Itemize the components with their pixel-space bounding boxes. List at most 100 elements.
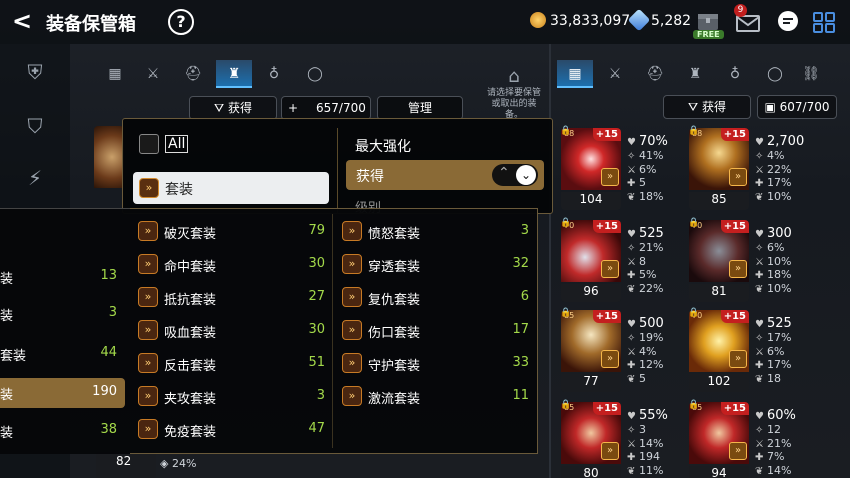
set-option[interactable]: » 守护套装 33 (342, 352, 537, 376)
manage-button[interactable]: 管理 (377, 96, 463, 120)
sub-stat-icon: ⚔ (627, 256, 636, 268)
lock-icon[interactable]: 🔒 (688, 218, 699, 228)
set-option-count: 27 (308, 289, 325, 304)
category-item-selected[interactable]: 装 190 (0, 378, 125, 408)
sub-stat-value: 5% (639, 268, 657, 281)
main-stat-value: 55% (639, 408, 668, 423)
sort-option-selected[interactable]: 获得 ⌃ ⌄ (346, 160, 544, 190)
sort-direction-toggle[interactable]: ⌃ ⌄ (492, 164, 538, 186)
sub-stat: ❦ 10% (755, 190, 804, 205)
enhance-badge: +15 (592, 128, 621, 141)
inv-tab-helmet[interactable]: ⛑ (637, 60, 673, 88)
sub-stat-value: 41% (639, 149, 664, 162)
lock-icon[interactable]: 🔒 (688, 308, 699, 318)
set-option[interactable]: » 吸血套装 30 (138, 319, 333, 343)
inventory-item-card[interactable]: 85 +15» 94 (689, 402, 749, 478)
lock-icon[interactable]: 🔒 (560, 218, 571, 228)
set-filter-button[interactable]: » 套装 (133, 172, 329, 204)
tab-helmet[interactable]: ⛑ (175, 60, 211, 88)
inventory-item-card[interactable]: 88 +15» 85 (689, 128, 749, 210)
storage-sort-button[interactable]: ⛛ 获得 (189, 96, 277, 120)
category-count: 44 (100, 345, 117, 360)
main-stat-icon: ♥ (755, 319, 764, 330)
set-option-label: 守护套装 (368, 359, 421, 374)
set-option[interactable]: » 反击套装 51 (138, 352, 333, 376)
set-option[interactable]: » 激流套装 11 (342, 385, 537, 409)
inventory-item-card[interactable]: 70 +15» 81 (689, 220, 749, 302)
grid-menu-button[interactable] (812, 8, 836, 36)
storage-sort-label: 获得 (227, 101, 252, 115)
expand-plus-button[interactable]: + (288, 97, 298, 119)
inventory-item-card[interactable]: 88 +15» 104 (561, 128, 621, 210)
tab-ring[interactable]: ◯ (297, 60, 333, 88)
main-stat-icon: ♥ (627, 229, 636, 240)
category-item[interactable]: 套装 44 (0, 339, 125, 369)
set-icon: » (138, 386, 158, 406)
help-button[interactable]: ? (168, 9, 194, 35)
lock-icon[interactable]: 🔒 (560, 308, 571, 318)
category-item[interactable]: 装 38 (0, 416, 125, 446)
set-option-count: 79 (308, 223, 325, 238)
tab-weapon[interactable]: ⚔ (135, 60, 171, 88)
inventory-sort-button[interactable]: ⛛ 获得 (663, 95, 751, 119)
storage-tabs: ▦ ⚔ ⛑ ♜ ♁ ◯ (97, 60, 337, 88)
category-item[interactable]: 装 13 (0, 262, 125, 292)
lightning-icon[interactable]: ⚡ (22, 166, 48, 192)
lifesteal-icon: ◈ (160, 457, 172, 470)
sub-stat-icon: ❦ (627, 191, 636, 203)
tab-necklace[interactable]: ♁ (256, 60, 292, 88)
set-icon: » (729, 442, 747, 460)
inv-tab-all[interactable]: ▦ (557, 60, 593, 88)
inv-tab-weapon[interactable]: ⚔ (597, 60, 633, 88)
set-option[interactable]: » 免疫套装 47 (138, 418, 333, 442)
inv-tab-armor[interactable]: ♜ (677, 60, 713, 88)
all-checkbox[interactable] (139, 134, 159, 154)
item-stats: ♥ 70% ✧ 41% ⚔ 6% ✚ 5 ❦ 18% (627, 134, 668, 204)
set-option[interactable]: » 复仇套装 6 (342, 286, 537, 310)
lock-icon[interactable]: 🔒 (688, 126, 699, 136)
set-icon: » (342, 221, 362, 241)
inventory-item-card[interactable]: 70 +15» 96 (561, 220, 621, 302)
storage-item-bottom[interactable]: 82 (96, 452, 156, 478)
set-option-count: 6 (520, 289, 529, 304)
sub-stat-icon: ⚔ (627, 438, 636, 450)
set-option[interactable]: » 命中套装 30 (138, 253, 333, 277)
storage-item-art (94, 126, 124, 188)
sub-stat: ✧ 12 (755, 423, 796, 438)
set-option[interactable]: » 穿透套装 32 (342, 253, 537, 277)
inv-tab-boots[interactable]: ⛓ (793, 60, 829, 88)
set-option[interactable]: » 破灭套装 79 (138, 220, 333, 244)
filter-icon: ⛛ (688, 100, 702, 114)
back-button[interactable]: < (12, 8, 32, 34)
lock-icon[interactable]: 🔒 (688, 400, 699, 410)
set-option[interactable]: » 愤怒套装 3 (342, 220, 537, 244)
sub-stat-icon: ✧ (627, 333, 636, 344)
sub-stat-value: 21% (767, 436, 792, 450)
lock-icon[interactable]: 🔒 (560, 126, 571, 136)
item-level: 96 (583, 284, 599, 298)
set-option[interactable]: » 伤口套装 17 (342, 319, 537, 343)
inventory-item-card[interactable]: 85 +15» 77 (561, 310, 621, 392)
sub-stat-icon: ❦ (755, 283, 764, 295)
storage-item-card[interactable] (94, 126, 124, 204)
tab-armor[interactable]: ♜ (216, 60, 252, 88)
set-filter-label: 套装 (165, 182, 193, 198)
inventory-item-card[interactable]: 70 +15» 102 (689, 310, 749, 392)
inv-tab-ring[interactable]: ◯ (757, 60, 793, 88)
tab-all[interactable]: ▦ (97, 60, 133, 88)
sub-stat-icon: ✚ (755, 452, 764, 463)
equip-helmet-icon[interactable]: ⛨ (22, 60, 48, 86)
lock-icon[interactable]: 🔒 (560, 400, 571, 410)
gold-currency: 33,833,097 (530, 12, 630, 29)
main-stat: ♥ 500 (627, 316, 664, 332)
set-option[interactable]: » 夹攻套装 3 (138, 385, 333, 409)
inv-tab-necklace[interactable]: ♁ (717, 60, 753, 88)
sub-stat: ✚ 17% (755, 358, 792, 373)
chat-button[interactable] (776, 8, 800, 36)
sub-stat-value: 10% (767, 254, 792, 268)
category-item[interactable]: 装 3 (0, 299, 125, 329)
shield-icon[interactable]: ⛉ (22, 114, 48, 140)
screen: < 装备保管箱 ? 33,833,097 5,282 FREE 9 ⛨ ⛉ ⚡ … (0, 0, 850, 478)
set-option[interactable]: » 抵抗套装 27 (138, 286, 333, 310)
inventory-item-card[interactable]: 85 +15» 80 (561, 402, 621, 478)
